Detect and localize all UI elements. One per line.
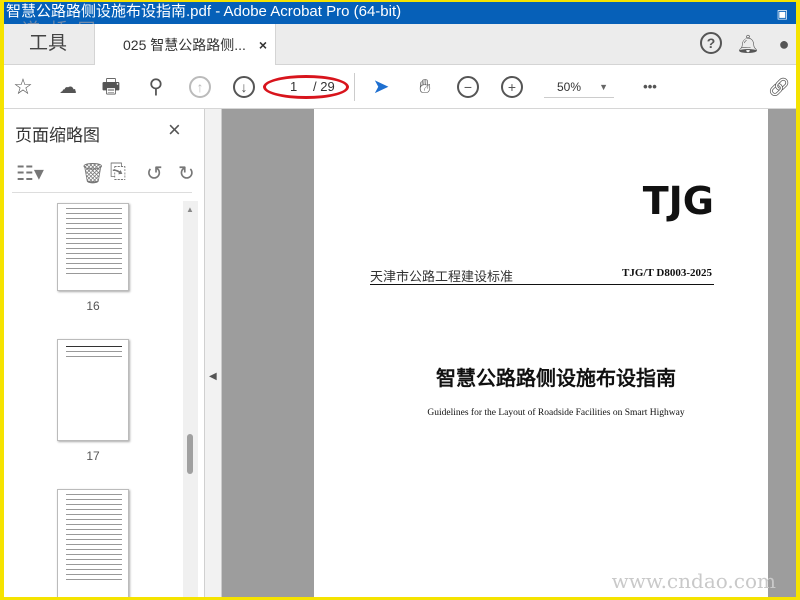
more-tools-icon[interactable]: ••• [637,74,663,100]
zoom-select[interactable]: 50% ▼ [544,76,614,98]
scroll-up-icon[interactable]: ▲ [186,205,194,214]
hand-tool-icon[interactable]: ✋︎ [412,74,438,100]
search-icon[interactable]: ⚲ [143,74,169,100]
collapse-arrow-icon: ◀ [209,371,217,382]
site-watermark: www.cndao.com [611,569,776,593]
title-bar: 智慧公路路侧设施布设指南.pdf - Adobe Acrobat Pro (64… [4,2,796,24]
acrobat-window: 智慧公路路侧设施布设指南.pdf - Adobe Acrobat Pro (64… [4,2,796,597]
select-cursor-icon[interactable]: ➤ [368,74,394,100]
scrollbar-thumb[interactable] [187,434,193,474]
tab-document-label: 025 智慧公路路侧... [123,37,246,53]
delete-icon[interactable]: 🗑︎ [80,161,105,186]
tab-tools[interactable]: 工具 [4,24,92,65]
close-panel-icon[interactable]: × [168,117,181,143]
document-title-en: Guidelines for the Layout of Roadside Fa… [427,408,685,418]
total-pages: / 29 [313,79,335,94]
share-link-icon[interactable]: 🔗︎ [766,74,792,100]
print-icon[interactable]: 🖶︎ [98,74,124,100]
previous-page-icon[interactable]: ↑ [189,76,211,98]
panel-title: 页面缩略图 [15,126,100,145]
thumbnail-label: 17 [86,449,100,463]
current-page-input[interactable]: 1 [290,78,297,96]
thumbnail-scrollbar[interactable]: ▲ [183,201,198,597]
pdf-page: TJG 天津市公路工程建设标准 TJG/T D8003-2025 智慧公路路侧设… [314,109,768,597]
issuing-org: 天津市公路工程建设标准 [370,269,514,284]
rotate-cw-icon[interactable]: ↻ [178,161,195,186]
extract-page-icon[interactable]: ⎘ [110,161,126,184]
zoom-value: 50% [557,80,582,94]
standard-code: TJG/T D8003-2025 [622,267,712,279]
bookmark-star-icon[interactable]: ☆ [10,74,36,100]
zoom-in-icon[interactable]: + [501,76,523,98]
document-viewer: TJG 天津市公路工程建设标准 TJG/T D8003-2025 智慧公路路侧设… [222,109,796,597]
bell-icon[interactable]: 🔔︎ [736,32,760,56]
toolbar: ☆ ☁ 🖶︎ ⚲ ↑ ↓ 1 / 29 ➤ ✋︎ − + 50% ▼ ••• 🔗… [4,65,796,109]
thumbnail-page-18[interactable] [57,489,129,597]
close-tab-icon[interactable]: × [259,24,267,66]
standard-logo: TJG [642,179,714,223]
chevron-down-icon: ▼ [599,82,608,92]
document-title-cn: 智慧公路路侧设施布设指南 [436,368,676,390]
divider [354,73,355,101]
panel-toolbar: ☷▾ 🗑︎ ⎘ ↺ ↻ [12,153,195,193]
options-menu-icon[interactable]: ☷▾ [16,161,44,186]
rotate-ccw-icon[interactable]: ↺ [146,161,163,186]
tab-document[interactable]: 025 智慧公路路侧... × [94,24,276,66]
zoom-out-icon[interactable]: − [457,76,479,98]
account-icon[interactable]: ● [772,32,796,56]
thumbnail-label: 16 [86,299,100,313]
next-page-icon[interactable]: ↓ [233,76,255,98]
help-icon[interactable]: ? [700,32,722,54]
header-rule [370,284,714,285]
thumbnail-page-16[interactable] [57,203,129,291]
thumbnails-panel: 页面缩略图 × ☷▾ 🗑︎ ⎘ ↺ ↻ 16 17 ▲ [4,109,205,597]
thumbnail-page-17[interactable] [57,339,129,441]
page-navigator: 1 / 29 [263,75,349,99]
tab-bar: 工具 025 智慧公路路侧... × ? 🔔︎ ● [4,24,796,66]
maximize-icon[interactable]: ▣ [777,4,788,24]
thumbnail-list: 16 17 [4,199,182,597]
collapse-panel-handle[interactable]: ◀ [205,109,222,597]
upload-cloud-icon[interactable]: ☁ [55,74,81,100]
